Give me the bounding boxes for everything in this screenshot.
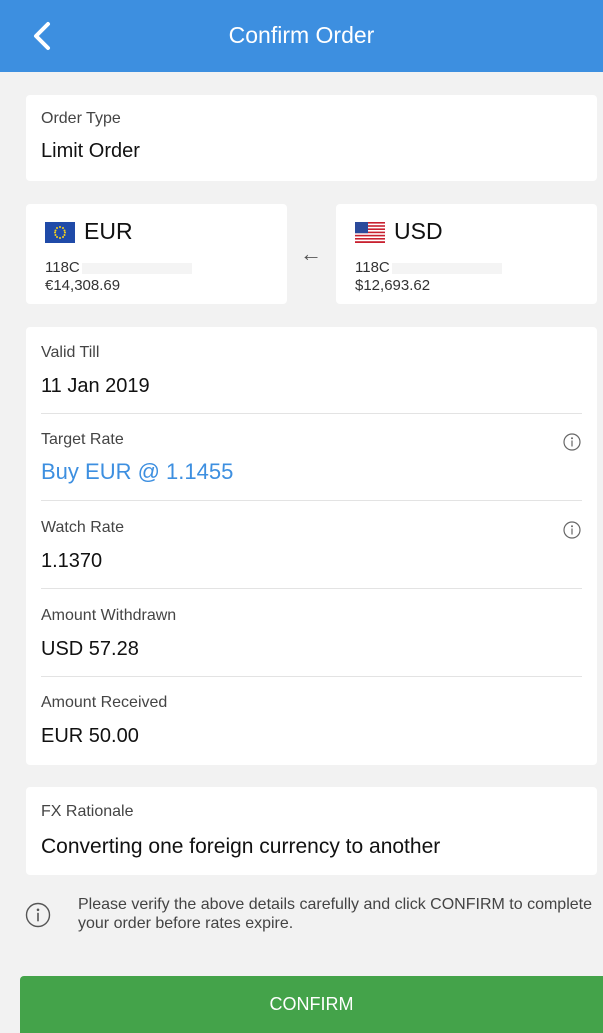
info-icon <box>25 902 51 928</box>
to-account-number: 118C <box>355 259 502 276</box>
amount-received-row: Amount Received EUR 50.00 <box>26 677 597 764</box>
order-type-label: Order Type <box>41 110 121 127</box>
from-currency-card[interactable]: EUR 118C €14,308.69 <box>26 204 287 304</box>
account-mask <box>81 262 192 274</box>
from-account-number: 118C <box>45 259 192 276</box>
info-icon[interactable] <box>563 521 581 539</box>
target-rate-label: Target Rate <box>41 431 124 448</box>
account-mask <box>391 262 502 274</box>
valid-till-label: Valid Till <box>41 344 100 361</box>
page-title: Confirm Order <box>228 22 375 48</box>
info-icon[interactable] <box>563 433 581 451</box>
amount-withdrawn-value: USD 57.28 <box>41 638 139 660</box>
order-details-card: Valid Till 11 Jan 2019 Target Rate Buy E… <box>26 327 597 765</box>
target-rate-value: Buy EUR @ 1.1455 <box>41 459 234 484</box>
watch-rate-value: 1.1370 <box>41 550 103 572</box>
fx-rationale-value: Converting one foreign currency to anoth… <box>41 835 441 858</box>
arrow-left-icon: ← <box>300 241 322 266</box>
amount-withdrawn-label: Amount Withdrawn <box>41 607 177 624</box>
target-rate-row: Target Rate Buy EUR @ 1.1455 <box>26 414 597 501</box>
from-balance: €14,308.69 <box>45 277 121 294</box>
order-type-value: Limit Order <box>41 140 140 162</box>
us-flag-icon <box>355 222 385 243</box>
amount-withdrawn-row: Amount Withdrawn USD 57.28 <box>26 590 597 677</box>
watch-rate-label: Watch Rate <box>41 519 124 536</box>
fx-rationale-card: FX Rationale Converting one foreign curr… <box>26 787 597 875</box>
order-type-card: Order Type Limit Order <box>26 95 597 181</box>
verification-notice: Please verify the above details carefull… <box>78 896 592 932</box>
to-account-prefix: 118C <box>355 259 390 276</box>
confirm-button[interactable]: CONFIRM <box>20 976 603 1033</box>
amount-received-value: EUR 50.00 <box>41 725 139 747</box>
valid-till-value: 11 Jan 2019 <box>41 375 150 397</box>
from-account-prefix: 118C <box>45 259 80 276</box>
divider <box>41 500 582 501</box>
eu-flag-icon <box>45 222 75 243</box>
fx-rationale-label: FX Rationale <box>41 803 134 820</box>
divider <box>41 588 582 589</box>
to-balance: $12,693.62 <box>355 277 431 294</box>
to-currency-code: USD <box>394 218 443 244</box>
from-currency-code: EUR <box>84 218 133 244</box>
watch-rate-row: Watch Rate 1.1370 <box>26 502 597 589</box>
valid-till-row: Valid Till 11 Jan 2019 <box>26 327 597 414</box>
app-header: Confirm Order <box>0 0 603 72</box>
to-currency-card[interactable]: USD 118C $12,693.62 <box>336 204 597 304</box>
amount-received-label: Amount Received <box>41 694 168 711</box>
